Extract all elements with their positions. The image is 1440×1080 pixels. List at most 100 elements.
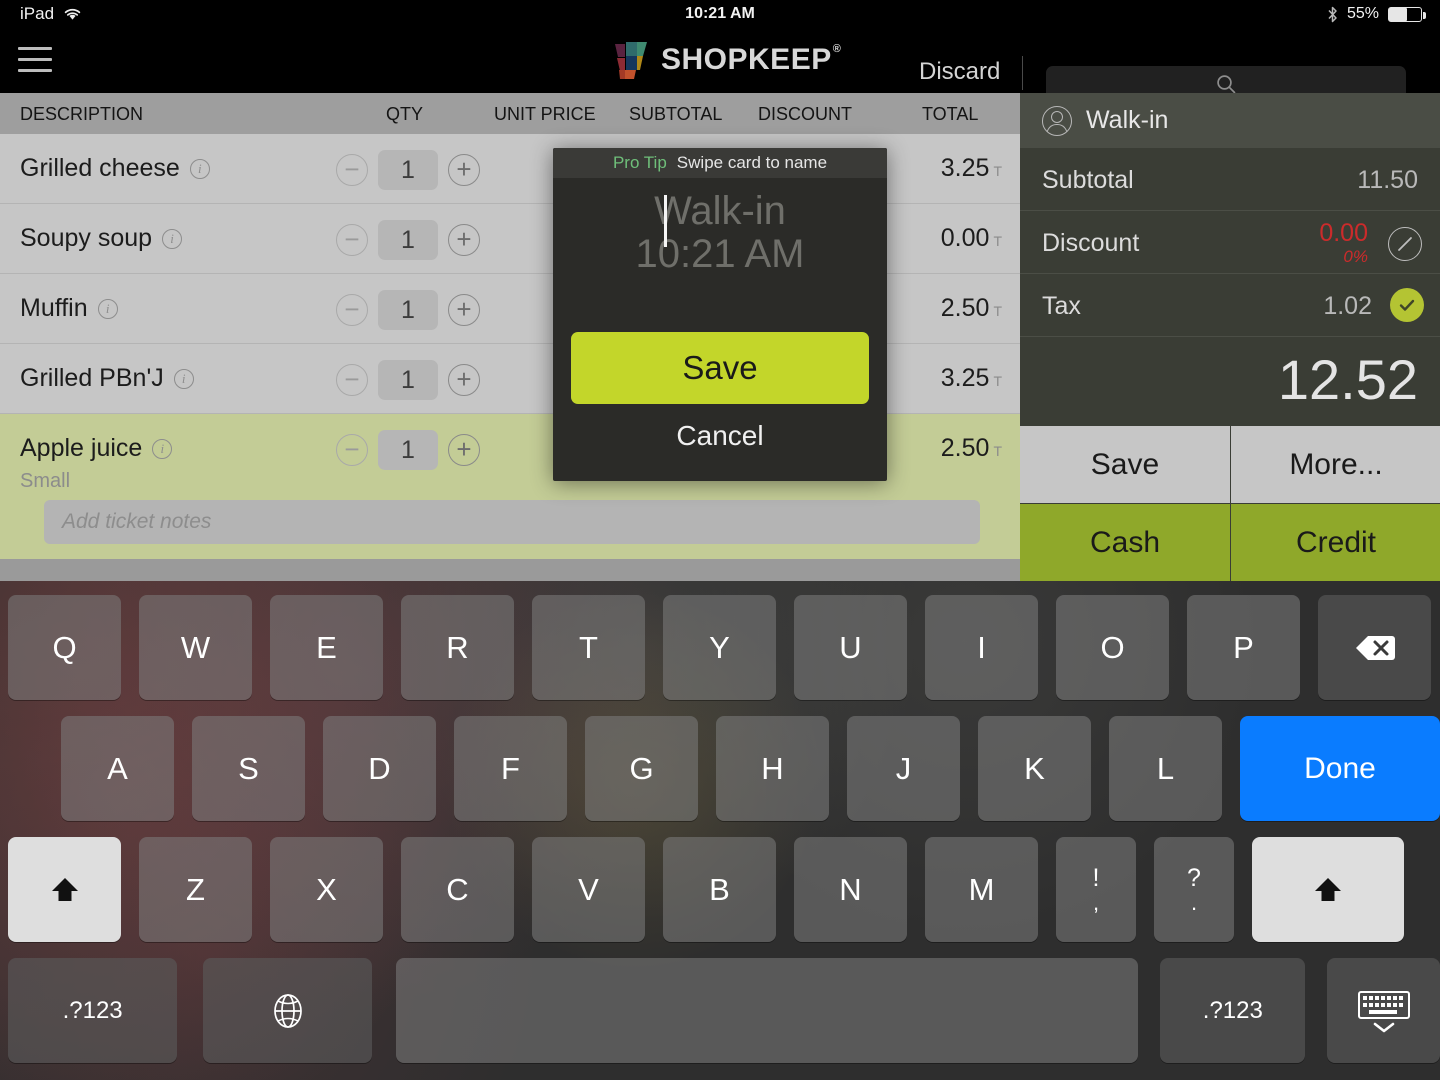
bluetooth-icon: [1327, 6, 1338, 23]
quantity-stepper: −1 +: [336, 430, 480, 470]
plus-circle-icon[interactable]: +: [448, 224, 480, 256]
discard-button[interactable]: Discard: [919, 58, 1000, 86]
key-q[interactable]: Q: [8, 595, 121, 700]
key-u[interactable]: U: [794, 595, 907, 700]
credit-button[interactable]: Credit: [1231, 504, 1440, 581]
key-exclaim-top: !: [1092, 863, 1100, 892]
key-c[interactable]: C: [401, 837, 514, 942]
subtotal-row: Subtotal 11.50: [1020, 148, 1440, 211]
ipad-pos-screen: iPad 10:21 AM 55% SHOPKEEP® Discard DESC…: [0, 0, 1440, 1080]
key-p[interactable]: P: [1187, 595, 1300, 700]
quantity-value[interactable]: 1: [378, 220, 438, 260]
key-o[interactable]: O: [1056, 595, 1169, 700]
item-modifier: Small: [20, 470, 71, 492]
ticket-notes-input[interactable]: Add ticket notes: [44, 500, 980, 544]
info-icon[interactable]: i: [162, 228, 183, 249]
key-z[interactable]: Z: [139, 837, 252, 942]
key-r[interactable]: R: [401, 595, 514, 700]
ticket-column-headers: DESCRIPTION QTY UNIT PRICE SUBTOTAL DISC…: [0, 93, 1020, 134]
key-d[interactable]: D: [323, 716, 436, 821]
minus-circle-icon[interactable]: −: [336, 154, 368, 186]
cash-button[interactable]: Cash: [1020, 504, 1230, 581]
quantity-stepper: −1 +: [336, 290, 480, 330]
plus-circle-icon[interactable]: +: [448, 154, 480, 186]
globe-key-icon[interactable]: [203, 958, 373, 1063]
key-question-period[interactable]: ?.: [1154, 837, 1234, 942]
more-button[interactable]: More...: [1231, 426, 1440, 503]
item-total: 3.25 T: [941, 154, 1002, 183]
item-name: Grilled PBn'J: [20, 364, 164, 392]
modal-save-button[interactable]: Save: [571, 332, 869, 404]
key-l[interactable]: L: [1109, 716, 1222, 821]
quantity-value[interactable]: 1: [378, 360, 438, 400]
save-button[interactable]: Save: [1020, 426, 1230, 503]
discount-value: 0.00: [1319, 219, 1368, 247]
customer-row[interactable]: Walk-in: [1020, 93, 1440, 148]
column-header-total: TOTAL: [922, 104, 979, 124]
key-y[interactable]: Y: [663, 595, 776, 700]
key-j[interactable]: J: [847, 716, 960, 821]
minus-circle-icon[interactable]: −: [336, 294, 368, 326]
key-h[interactable]: H: [716, 716, 829, 821]
info-icon[interactable]: i: [97, 298, 118, 319]
modal-cancel-button[interactable]: Cancel: [553, 420, 887, 452]
summary-panel: Walk-in Subtotal 11.50 Discount 0.00 0% …: [1020, 93, 1440, 581]
quantity-value[interactable]: 1: [378, 290, 438, 330]
brand-trademark: ®: [832, 43, 842, 55]
discount-label: Discount: [1042, 229, 1140, 257]
key-w[interactable]: W: [139, 595, 252, 700]
status-bar-right: 55%: [1327, 5, 1426, 23]
key-exclaim-comma[interactable]: !,: [1056, 837, 1136, 942]
ticket-name-input[interactable]: Walk-in 10:21 AM: [553, 178, 887, 326]
plus-circle-icon[interactable]: +: [448, 364, 480, 396]
shift-key-left-icon[interactable]: [8, 837, 121, 942]
plus-circle-icon[interactable]: +: [448, 434, 480, 466]
delete-key-icon[interactable]: [1318, 595, 1431, 700]
key-t[interactable]: T: [532, 595, 645, 700]
item-total-value: 3.25: [940, 154, 990, 182]
key-v[interactable]: V: [532, 837, 645, 942]
minus-circle-icon[interactable]: −: [336, 364, 368, 396]
plus-circle-icon[interactable]: +: [448, 294, 480, 326]
item-name: Soupy soup: [20, 224, 153, 252]
quantity-value[interactable]: 1: [378, 430, 438, 470]
column-header-discount: DISCOUNT: [758, 104, 852, 124]
tax-value: 1.02: [1323, 292, 1372, 320]
discount-row[interactable]: Discount 0.00 0%: [1020, 211, 1440, 274]
key-i[interactable]: I: [925, 595, 1038, 700]
status-bar: iPad 10:21 AM 55%: [0, 0, 1440, 28]
space-key[interactable]: [396, 958, 1139, 1063]
numeric-key-left[interactable]: .?123: [8, 958, 178, 1063]
key-a[interactable]: A: [61, 716, 174, 821]
pencil-circle-icon[interactable]: [1388, 227, 1422, 261]
minus-circle-icon[interactable]: −: [336, 224, 368, 256]
tax-flag: T: [993, 303, 1002, 319]
quantity-stepper: −1 +: [336, 150, 480, 190]
key-b[interactable]: B: [663, 837, 776, 942]
battery-percent-label: 55%: [1346, 5, 1379, 22]
customer-name: Walk-in: [1086, 106, 1169, 134]
info-icon[interactable]: i: [173, 368, 194, 389]
numeric-key-right[interactable]: .?123: [1160, 958, 1306, 1063]
hamburger-menu-icon[interactable]: [18, 44, 52, 74]
key-x[interactable]: X: [270, 837, 383, 942]
item-description: Grilled PBn'J i: [20, 364, 194, 393]
quantity-value[interactable]: 1: [378, 150, 438, 190]
shift-key-right-icon[interactable]: [1252, 837, 1404, 942]
info-icon[interactable]: i: [152, 438, 173, 459]
onscreen-keyboard: QWERTYUIOP A S D F G H J K L Done Z X C V B N M!,?. .?1…: [0, 581, 1440, 1080]
info-icon[interactable]: i: [189, 158, 210, 179]
key-s[interactable]: S: [192, 716, 305, 821]
check-circle-icon[interactable]: [1390, 288, 1424, 322]
minus-circle-icon[interactable]: −: [336, 434, 368, 466]
tax-row[interactable]: Tax 1.02: [1020, 274, 1440, 337]
key-n[interactable]: N: [794, 837, 907, 942]
key-m[interactable]: M: [925, 837, 1038, 942]
key-f[interactable]: F: [454, 716, 567, 821]
done-key[interactable]: Done: [1240, 716, 1440, 821]
key-e[interactable]: E: [270, 595, 383, 700]
key-k[interactable]: K: [978, 716, 1091, 821]
hide-keyboard-icon[interactable]: [1327, 958, 1440, 1063]
key-g[interactable]: G: [585, 716, 698, 821]
nav-divider: [1022, 56, 1023, 90]
